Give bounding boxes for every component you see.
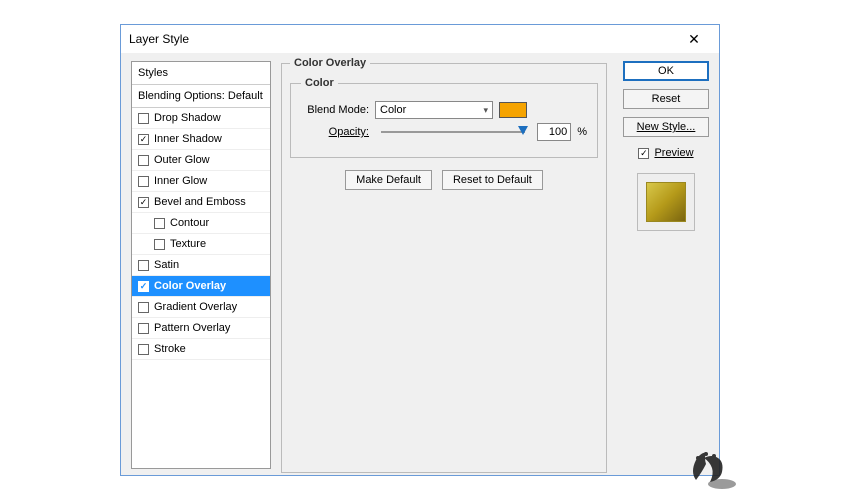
style-item-label: Inner Glow — [154, 175, 207, 187]
style-checkbox[interactable] — [138, 281, 149, 292]
settings-panel: Color Overlay Color Blend Mode: Color ▾ … — [281, 57, 607, 473]
color-overlay-group-title: Color Overlay — [290, 57, 370, 69]
style-item-inner-glow[interactable]: Inner Glow — [132, 171, 270, 192]
style-item-pattern-overlay[interactable]: Pattern Overlay — [132, 318, 270, 339]
style-checkbox[interactable] — [138, 344, 149, 355]
color-swatch[interactable] — [499, 102, 527, 118]
style-item-stroke[interactable]: Stroke — [132, 339, 270, 360]
style-checkbox[interactable] — [138, 302, 149, 313]
close-icon: ✕ — [688, 32, 700, 46]
style-item-satin[interactable]: Satin — [132, 255, 270, 276]
styles-list: Styles Blending Options: Default Drop Sh… — [131, 61, 271, 469]
style-item-label: Stroke — [154, 343, 186, 355]
style-item-label: Inner Shadow — [154, 133, 222, 145]
style-checkbox[interactable] — [138, 260, 149, 271]
watermark-logo — [676, 440, 740, 492]
styles-header[interactable]: Styles — [132, 62, 270, 85]
style-checkbox[interactable] — [138, 323, 149, 334]
opacity-unit: % — [577, 126, 587, 138]
style-item-label: Color Overlay — [154, 280, 226, 292]
style-checkbox[interactable] — [154, 218, 165, 229]
style-checkbox[interactable] — [138, 113, 149, 124]
reset-button[interactable]: Reset — [623, 89, 709, 109]
new-style-button[interactable]: New Style... — [623, 117, 709, 137]
blend-mode-select[interactable]: Color ▾ — [375, 101, 493, 119]
style-item-label: Bevel and Emboss — [154, 196, 246, 208]
style-item-label: Outer Glow — [154, 154, 210, 166]
style-item-outer-glow[interactable]: Outer Glow — [132, 150, 270, 171]
color-group-title: Color — [301, 77, 338, 89]
preview-toggle[interactable]: Preview — [623, 147, 709, 159]
opacity-label: Opacity: — [301, 126, 369, 138]
slider-thumb-icon — [518, 126, 528, 135]
style-item-bevel-and-emboss[interactable]: Bevel and Emboss — [132, 192, 270, 213]
style-checkbox[interactable] — [154, 239, 165, 250]
style-item-color-overlay[interactable]: Color Overlay — [132, 276, 270, 297]
style-checkbox[interactable] — [138, 197, 149, 208]
opacity-input[interactable]: 100 — [537, 123, 571, 141]
make-default-button[interactable]: Make Default — [345, 170, 432, 190]
chevron-down-icon: ▾ — [483, 105, 488, 116]
style-item-texture[interactable]: Texture — [132, 234, 270, 255]
dialog-title: Layer Style — [129, 32, 189, 46]
preview-checkbox[interactable] — [638, 148, 649, 159]
style-checkbox[interactable] — [138, 134, 149, 145]
titlebar: Layer Style ✕ — [121, 25, 719, 53]
right-button-panel: OK Reset New Style... Preview — [623, 61, 709, 231]
blend-mode-value: Color — [380, 104, 406, 116]
style-item-inner-shadow[interactable]: Inner Shadow — [132, 129, 270, 150]
blending-options-item[interactable]: Blending Options: Default — [132, 85, 270, 108]
style-item-gradient-overlay[interactable]: Gradient Overlay — [132, 297, 270, 318]
style-item-contour[interactable]: Contour — [132, 213, 270, 234]
style-item-label: Drop Shadow — [154, 112, 221, 124]
style-checkbox[interactable] — [138, 155, 149, 166]
ok-button[interactable]: OK — [623, 61, 709, 81]
style-item-label: Gradient Overlay — [154, 301, 237, 313]
blend-mode-label: Blend Mode: — [301, 104, 369, 116]
style-item-label: Texture — [170, 238, 206, 250]
preview-image — [646, 182, 686, 222]
style-item-label: Contour — [170, 217, 209, 229]
close-button[interactable]: ✕ — [675, 28, 713, 50]
style-item-label: Satin — [154, 259, 179, 271]
style-item-label: Pattern Overlay — [154, 322, 230, 334]
style-item-drop-shadow[interactable]: Drop Shadow — [132, 108, 270, 129]
reset-default-button[interactable]: Reset to Default — [442, 170, 543, 190]
preview-thumbnail — [637, 173, 695, 231]
layer-style-dialog: Layer Style ✕ Styles Blending Options: D… — [120, 24, 720, 476]
preview-label: Preview — [654, 147, 693, 159]
opacity-slider[interactable] — [381, 131, 525, 133]
style-checkbox[interactable] — [138, 176, 149, 187]
